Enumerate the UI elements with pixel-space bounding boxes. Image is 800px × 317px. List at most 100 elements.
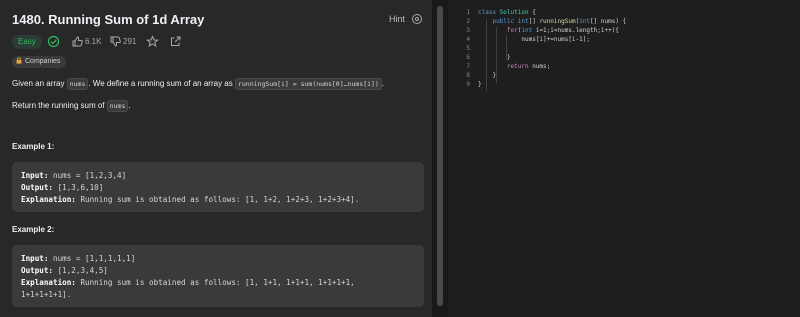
code-text: }: [478, 72, 496, 79]
type: int: [521, 27, 533, 34]
statement: nums;: [528, 63, 551, 70]
code-text: public int[] runningSum(int[] nums) {: [478, 18, 626, 25]
code-editor[interactable]: 1 class Solution { 2 public int[] runnin…: [448, 0, 800, 317]
inline-code: runningSum[i] = sum(nums[0]…nums[i]): [234, 78, 382, 90]
meta-row: Easy 6.1K 291: [12, 34, 424, 50]
line-number: 2: [466, 18, 470, 25]
line-number: 7: [466, 63, 470, 70]
example-2-input: Input: nums = [1,1,1,1,1]: [21, 254, 135, 263]
explanation-value: Running sum is obtained as follows: [1, …: [75, 195, 360, 204]
companies-tag[interactable]: Companies: [12, 56, 67, 68]
share-icon[interactable]: [169, 35, 182, 48]
code-text: }: [478, 54, 511, 61]
description-paragraph-1: Given an array nums. We define a running…: [12, 78, 385, 90]
keyword: return: [506, 63, 529, 70]
code-punct: }: [506, 54, 511, 61]
line-number: 8: [466, 72, 470, 79]
scrollbar-thumb[interactable]: [437, 6, 443, 306]
code-text: nums[i]+=nums[i-1];: [478, 36, 590, 43]
explanation-label: Explanation:: [21, 278, 76, 287]
output-label: Output:: [21, 183, 54, 192]
line-number: 6: [466, 54, 470, 61]
description-text: .: [381, 79, 385, 88]
code-text: }: [478, 81, 482, 88]
keyword: public: [492, 18, 515, 25]
line-number: 9: [466, 81, 470, 88]
hint-button[interactable]: Hint: [389, 14, 405, 24]
difficulty-badge: Easy: [12, 35, 42, 49]
description-text: Given an array: [12, 79, 67, 88]
type: int: [514, 18, 529, 25]
class-name: Solution: [496, 9, 529, 16]
example-2-explanation: Explanation: Running sum is obtained as …: [21, 278, 355, 287]
description-paragraph-2: Return the running sum of nums.: [12, 100, 131, 112]
keyword: for: [506, 27, 518, 34]
code-punct: []: [528, 18, 540, 25]
code-punct: i=1;i<nums.length;i++){: [532, 27, 619, 34]
output-label: Output:: [21, 266, 54, 275]
lock-icon: [16, 57, 22, 64]
thumbs-up-icon[interactable]: [71, 35, 84, 48]
explanation-label: Explanation:: [21, 195, 76, 204]
output-value: [1,3,6,10]: [53, 183, 104, 192]
input-label: Input:: [21, 171, 49, 180]
code-text: for(int i=1;i<nums.length;i++){: [478, 27, 619, 34]
problem-title: 1480. Running Sum of 1d Array: [12, 12, 205, 27]
problem-panel: 1480. Running Sum of 1d Array Hint Easy …: [0, 0, 432, 317]
example-2-title: Example 2:: [12, 225, 55, 234]
description-text: . We define a running sum of an array as: [88, 79, 235, 88]
code-line: 8 }: [448, 72, 800, 80]
line-number: 4: [466, 36, 470, 43]
companies-label: Companies: [25, 58, 61, 65]
input-value: nums = [1,2,3,4]: [48, 171, 127, 180]
example-2-explanation-cont: 1+1+1+1+1].: [21, 290, 72, 299]
code-line: 1 class Solution {: [448, 9, 800, 17]
statement: nums[i]+=nums[i-1];: [521, 36, 590, 43]
code-line: 7 return nums;: [448, 63, 800, 71]
example-1-title: Example 1:: [12, 142, 55, 151]
inline-code: nums: [66, 78, 89, 90]
example-1-explanation: Explanation: Running sum is obtained as …: [21, 195, 359, 204]
solved-check-icon: [47, 35, 60, 48]
description-text: Return the running sum of: [12, 101, 107, 110]
input-value: nums = [1,1,1,1,1]: [48, 254, 136, 263]
input-label: Input:: [21, 254, 49, 263]
line-number: 5: [466, 45, 470, 52]
keyword: class: [478, 9, 497, 16]
explanation-value: Running sum is obtained as follows: [1, …: [75, 278, 355, 287]
code-text: return nums;: [478, 63, 550, 70]
description-text: .: [128, 101, 131, 110]
line-number: 3: [466, 27, 470, 34]
inline-code: nums: [106, 100, 129, 112]
code-line: 3 for(int i=1;i<nums.length;i++){: [448, 27, 800, 35]
example-2-output: Output: [1,2,3,4,5]: [21, 266, 108, 275]
code-punct: [] nums) {: [590, 18, 627, 25]
line-number: 1: [466, 9, 470, 16]
example-1-input: Input: nums = [1,2,3,4]: [21, 171, 126, 180]
settings-icon[interactable]: [411, 13, 423, 25]
code-punct: {: [528, 9, 536, 16]
example-1-output: Output: [1,3,6,10]: [21, 183, 103, 192]
code-line: 6 }: [448, 54, 800, 62]
output-value: [1,2,3,4,5]: [53, 266, 108, 275]
function-name: runningSum: [539, 18, 576, 25]
example-1-box: Input: nums = [1,2,3,4] Output: [1,3,6,1…: [12, 162, 424, 212]
code-text: class Solution {: [478, 9, 536, 16]
title-row: 1480. Running Sum of 1d Array Hint: [12, 12, 424, 30]
example-2-box: Input: nums = [1,1,1,1,1] Output: [1,2,3…: [12, 245, 424, 307]
code-punct: }: [492, 72, 497, 79]
dislikes-count: 291: [123, 37, 137, 46]
star-icon[interactable]: [146, 35, 159, 48]
likes-count: 6.1K: [85, 37, 102, 46]
thumbs-down-icon[interactable]: [109, 35, 122, 48]
code-line: 2 public int[] runningSum(int[] nums) {: [448, 18, 800, 26]
type: int: [579, 18, 591, 25]
code-line: 4 nums[i]+=nums[i-1];: [448, 36, 800, 44]
code-line: 5: [448, 45, 800, 53]
